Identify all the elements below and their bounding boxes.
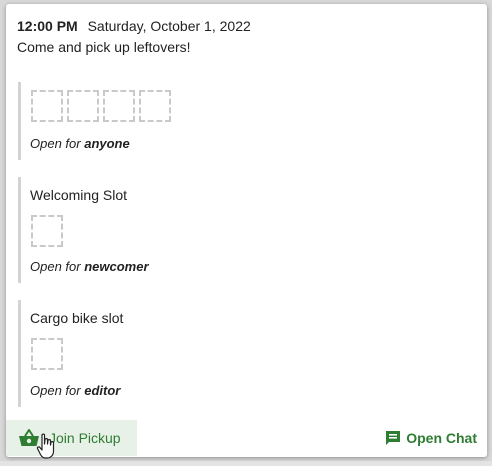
open-chat-button[interactable]: Open Chat (379, 420, 477, 456)
slot-seats (31, 338, 63, 370)
pickup-date: Saturday, October 1, 2022 (88, 18, 251, 34)
pickup-header: 12:00 PM Saturday, October 1, 2022 (17, 18, 251, 34)
slot-role: editor (84, 383, 120, 398)
slot-role: anyone (84, 136, 130, 151)
empty-seat[interactable] (31, 338, 63, 370)
open-chat-label: Open Chat (406, 430, 477, 446)
slot-seats (31, 215, 63, 247)
slot-title: Cargo bike slot (30, 310, 123, 326)
empty-seat[interactable] (31, 215, 63, 247)
join-pickup-label: Join Pickup (49, 430, 121, 446)
empty-seat[interactable] (67, 90, 99, 122)
slot-role: newcomer (84, 259, 148, 274)
card-actions: Join Pickup Open Chat (6, 419, 487, 457)
pickup-card: 12:00 PM Saturday, October 1, 2022 Come … (6, 4, 487, 457)
slot-welcoming: Welcoming Slot Open for newcomer (18, 177, 473, 283)
join-pickup-button[interactable]: Join Pickup (6, 420, 137, 456)
slot-anyone: Open for anyone (18, 82, 473, 160)
open-for-prefix: Open for (30, 259, 81, 274)
empty-seat[interactable] (139, 90, 171, 122)
basket-icon (18, 429, 40, 447)
open-for-prefix: Open for (30, 383, 81, 398)
slot-open-for: Open for anyone (30, 136, 130, 151)
pickup-time: 12:00 PM (17, 18, 78, 34)
pickup-description: Come and pick up leftovers! (17, 39, 191, 55)
chat-icon (385, 430, 401, 446)
slot-cargo-bike: Cargo bike slot Open for editor (18, 300, 473, 407)
slot-open-for: Open for newcomer (30, 259, 149, 274)
slot-seats (31, 90, 171, 122)
open-for-prefix: Open for (30, 136, 81, 151)
slot-open-for: Open for editor (30, 383, 120, 398)
empty-seat[interactable] (103, 90, 135, 122)
empty-seat[interactable] (31, 90, 63, 122)
slot-title: Welcoming Slot (30, 187, 127, 203)
